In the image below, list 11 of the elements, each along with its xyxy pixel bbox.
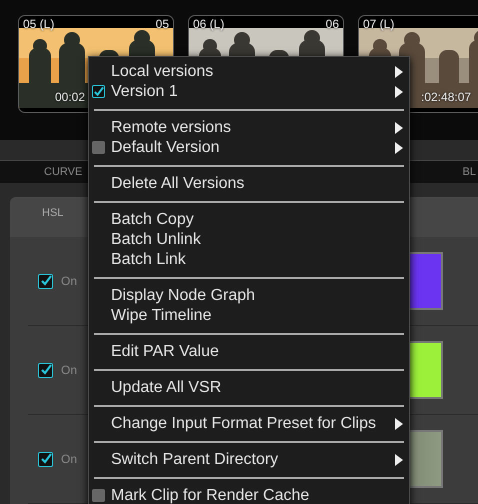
- clip-number: 05: [156, 17, 169, 31]
- checkbox-label: On: [61, 363, 78, 377]
- checkbox-label: On: [61, 274, 78, 288]
- tab-label: HSL: [42, 207, 64, 219]
- clip-label: 05 (L): [23, 17, 54, 31]
- timecode: :02:48:07: [421, 90, 472, 104]
- timecode: 00:02: [55, 90, 86, 104]
- clip-number: 06: [326, 17, 339, 31]
- checkbox-label: On: [61, 452, 78, 466]
- clip-label: 07 (L): [363, 17, 394, 31]
- clip-label: 06 (L): [193, 17, 224, 31]
